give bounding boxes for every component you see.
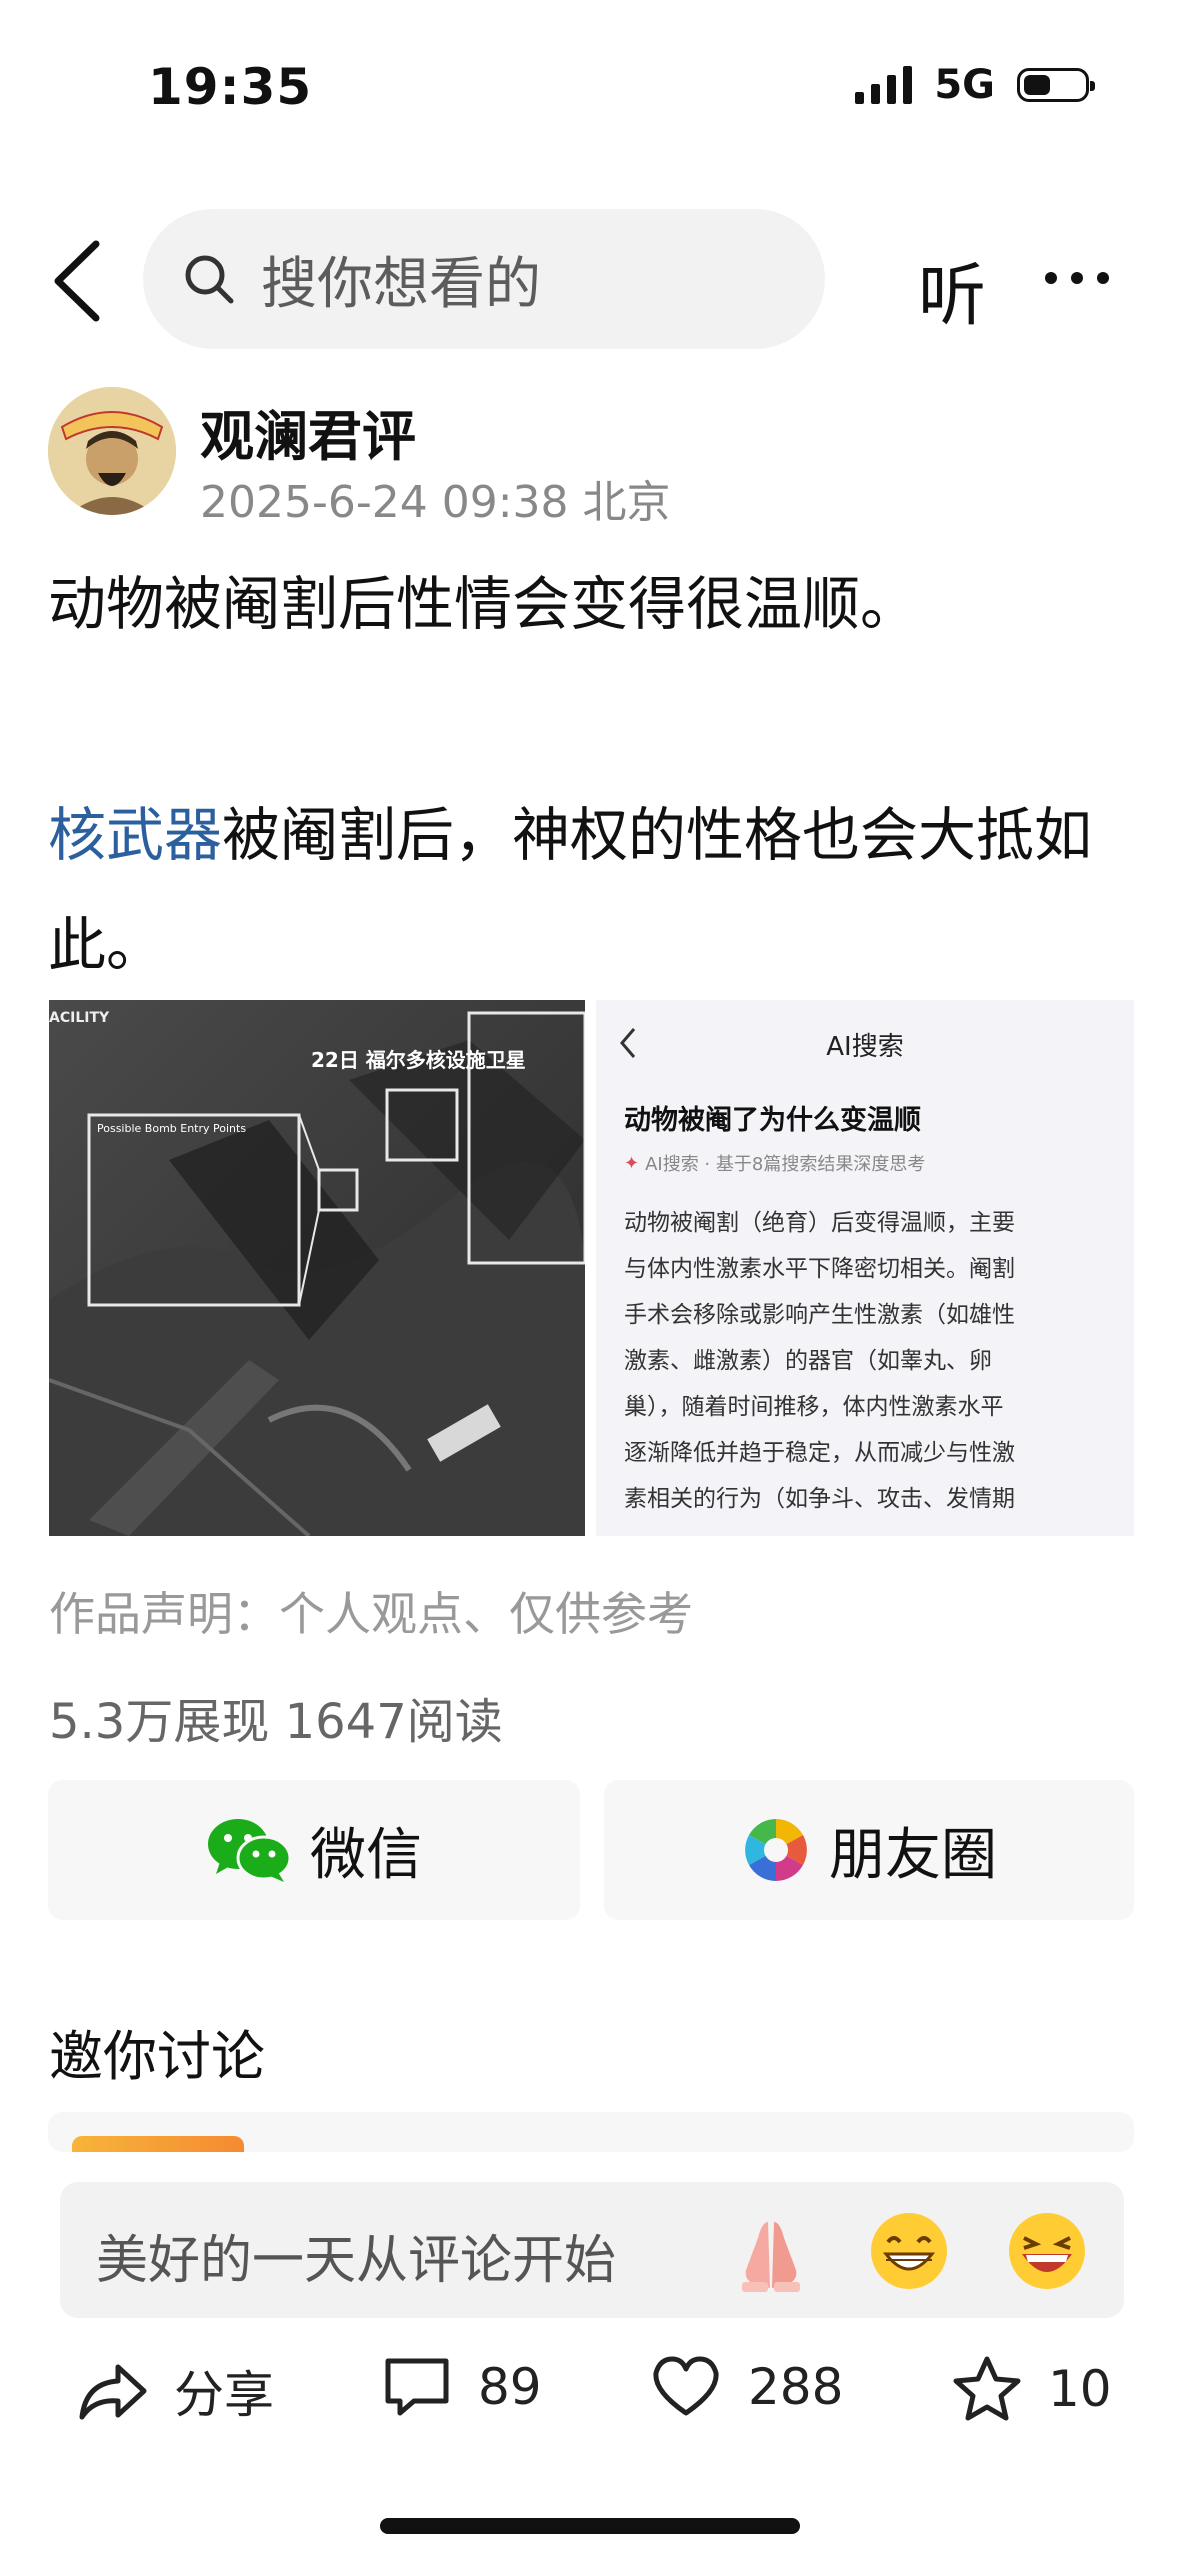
ai-search-header: AI搜索 (826, 1032, 904, 1062)
chevron-left-icon (54, 240, 100, 322)
back-button[interactable] (44, 238, 114, 324)
star-icon (953, 2356, 1021, 2421)
search-icon (185, 255, 234, 304)
share-wechat-label: 微信 (310, 1822, 422, 1888)
post-text-paragraph: 核武器被阉割后，神权的性格也会大抵如此。 (48, 780, 1138, 1000)
laugh-emoji-icon[interactable] (1004, 2208, 1090, 2294)
comment-input[interactable]: 美好的一天从评论开始 (60, 2182, 1124, 2318)
satellite-photo (49, 1000, 585, 1536)
share-label: 分享 (174, 2366, 274, 2424)
ai-answer-line: 激素、雌激素）的器官（如睾丸、卵 (624, 1348, 992, 1374)
ai-source-text: AI搜索 · 基于8篇搜索结果深度思考 (645, 1154, 926, 1175)
moments-icon (745, 1819, 807, 1881)
signal-icon (855, 66, 913, 104)
comment-icon (385, 2358, 449, 2416)
post-image-satellite[interactable]: ACILITY 22日 福尔多核设施卫星 Possible Bomb Entry… (49, 1000, 585, 1536)
more-dot-icon (1097, 272, 1109, 284)
facility-tag: ACILITY (49, 1010, 110, 1026)
work-declaration: 作品声明：个人观点、仅供参考 (49, 1587, 693, 1641)
avatar-portrait-icon (48, 387, 176, 515)
share-moments-label: 朋友圈 (829, 1822, 997, 1888)
post-topic-link[interactable]: 核武器 (48, 801, 222, 869)
post-text-line1: 动物被阉割后性情会变得很温顺。 (48, 570, 919, 638)
status-icons: 5G (855, 62, 1095, 108)
favorite-count: 10 (1048, 2360, 1112, 2418)
avatar[interactable] (48, 387, 176, 515)
discussion-card[interactable] (48, 2112, 1134, 2152)
share-action[interactable]: 分享 (78, 2355, 274, 2427)
comment-count: 89 (478, 2358, 542, 2416)
ai-question: 动物被阉了为什么变温顺 (624, 1105, 921, 1136)
like-count: 288 (748, 2358, 844, 2416)
wechat-icon (208, 1819, 292, 1882)
like-action[interactable]: 288 (650, 2355, 843, 2419)
post-meta: 2025-6-24 09:38 北京 (200, 477, 671, 528)
heart-icon (653, 2356, 719, 2416)
post-stats: 5.3万展现 1647阅读 (49, 1694, 503, 1750)
more-dot-icon (1045, 272, 1057, 284)
status-time: 19:35 (148, 58, 313, 116)
share-wechat-button[interactable]: 微信 (48, 1780, 580, 1920)
more-button[interactable] (1045, 258, 1125, 298)
comment-action[interactable]: 89 (382, 2355, 542, 2419)
discussion-tag (72, 2136, 244, 2152)
listen-button[interactable]: 听 (918, 240, 986, 339)
more-dot-icon (1071, 272, 1083, 284)
search-placeholder: 搜你想看的 (261, 251, 541, 317)
author-name[interactable]: 观澜君评 (200, 392, 416, 471)
ai-answer-line: 素相关的行为（如争斗、攻击、发情期 (624, 1486, 1015, 1512)
ai-answer-line: 手术会移除或影响产生性激素（如雄性 (624, 1302, 1015, 1328)
post-image-ai-search[interactable]: AI搜索 动物被阉了为什么变温顺 ✦ AI搜索 · 基于8篇搜索结果深度思考 动物… (596, 1000, 1134, 1536)
search-input[interactable]: 搜你想看的 (143, 209, 825, 349)
ai-answer-line: 逐渐降低并趋于稳定，从而减少与性激 (624, 1440, 1015, 1466)
share-moments-button[interactable]: 朋友圈 (604, 1780, 1134, 1920)
ai-answer: 动物被阉割（绝育）后变得温顺，主要 与体内性激素水平下降密切相关。阉割 手术会移… (624, 1200, 1015, 1522)
network-type: 5G (934, 62, 995, 108)
invite-discussion-title: 邀你讨论 (49, 2025, 265, 2088)
sparkle-icon: ✦ (624, 1152, 640, 1174)
ai-answer-line: 与体内性激素水平下降密切相关。阉割 (624, 1256, 1015, 1282)
ai-answer-line: 动物被阉割（绝育）后变得温顺，主要 (624, 1210, 1015, 1236)
satellite-caption: 22日 福尔多核设施卫星 (311, 1048, 526, 1072)
share-icon (79, 2364, 147, 2420)
home-indicator[interactable] (380, 2518, 800, 2534)
ai-answer-line: 巢），随着时间推移，体内性激素水平 (624, 1394, 1004, 1420)
grin-emoji-icon[interactable] (866, 2208, 952, 2294)
battery-icon (1017, 68, 1095, 102)
bomb-entry-label: Possible Bomb Entry Points (97, 1122, 247, 1135)
favorite-action[interactable]: 10 (952, 2355, 1112, 2423)
pray-hands-emoji-icon[interactable] (728, 2208, 814, 2294)
comment-placeholder: 美好的一天从评论开始 (96, 2231, 617, 2291)
ai-source: ✦ AI搜索 · 基于8篇搜索结果深度思考 (624, 1150, 925, 1176)
